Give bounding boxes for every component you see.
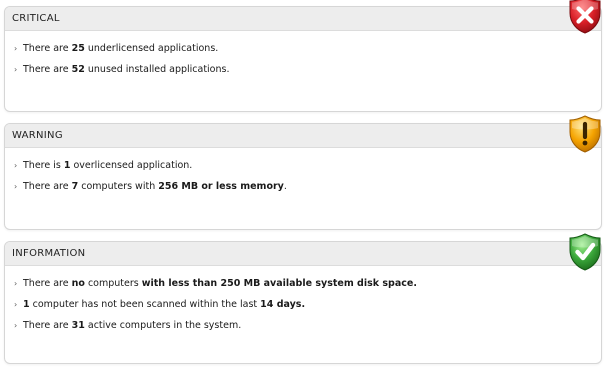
bullet-arrow-icon: › (14, 279, 18, 288)
bullet-arrow-icon: › (14, 182, 18, 191)
bullet-arrow-icon: › (14, 161, 18, 170)
critical-item-unused-installed: › There are 52 unused installed applicati… (14, 64, 230, 75)
warning-panel: WARNING › There is 1 overlicensed applica… (4, 115, 602, 230)
warning-panel-title: WARNING (5, 124, 601, 148)
bullet-arrow-icon: › (14, 321, 18, 330)
bullet-arrow-icon: › (14, 65, 18, 74)
information-item-disk-space: › There are no computers with less than 2… (14, 278, 417, 289)
critical-panel-body: › There are 25 underlicensed applications… (5, 31, 601, 81)
error-shield-icon (567, 0, 603, 35)
warning-panel-body: › There is 1 overlicensed application. › T… (5, 148, 601, 198)
check-shield-icon (567, 232, 603, 272)
information-panel-body: › There are no computers with less than 2… (5, 266, 601, 337)
critical-panel: CRITICAL › There are 25 underlicensed app… (4, 0, 602, 112)
information-item-not-scanned: › 1 computer has not been scanned within … (14, 299, 306, 310)
warning-item-low-memory: › There are 7 computers with 256 MB or le… (14, 181, 287, 192)
information-panel: INFORMATION › There are no computers with… (4, 233, 602, 364)
critical-item-underlicensed: › There are 25 underlicensed applications… (14, 43, 219, 54)
information-item-active-computers: › There are 31 active computers in the sy… (14, 320, 242, 331)
bullet-arrow-icon: › (14, 300, 18, 309)
information-panel-title: INFORMATION (5, 242, 601, 266)
bullet-arrow-icon: › (14, 44, 18, 53)
critical-panel-title: CRITICAL (5, 7, 601, 31)
warning-shield-icon (567, 114, 603, 154)
warning-item-overlicensed: › There is 1 overlicensed application. (14, 160, 193, 171)
